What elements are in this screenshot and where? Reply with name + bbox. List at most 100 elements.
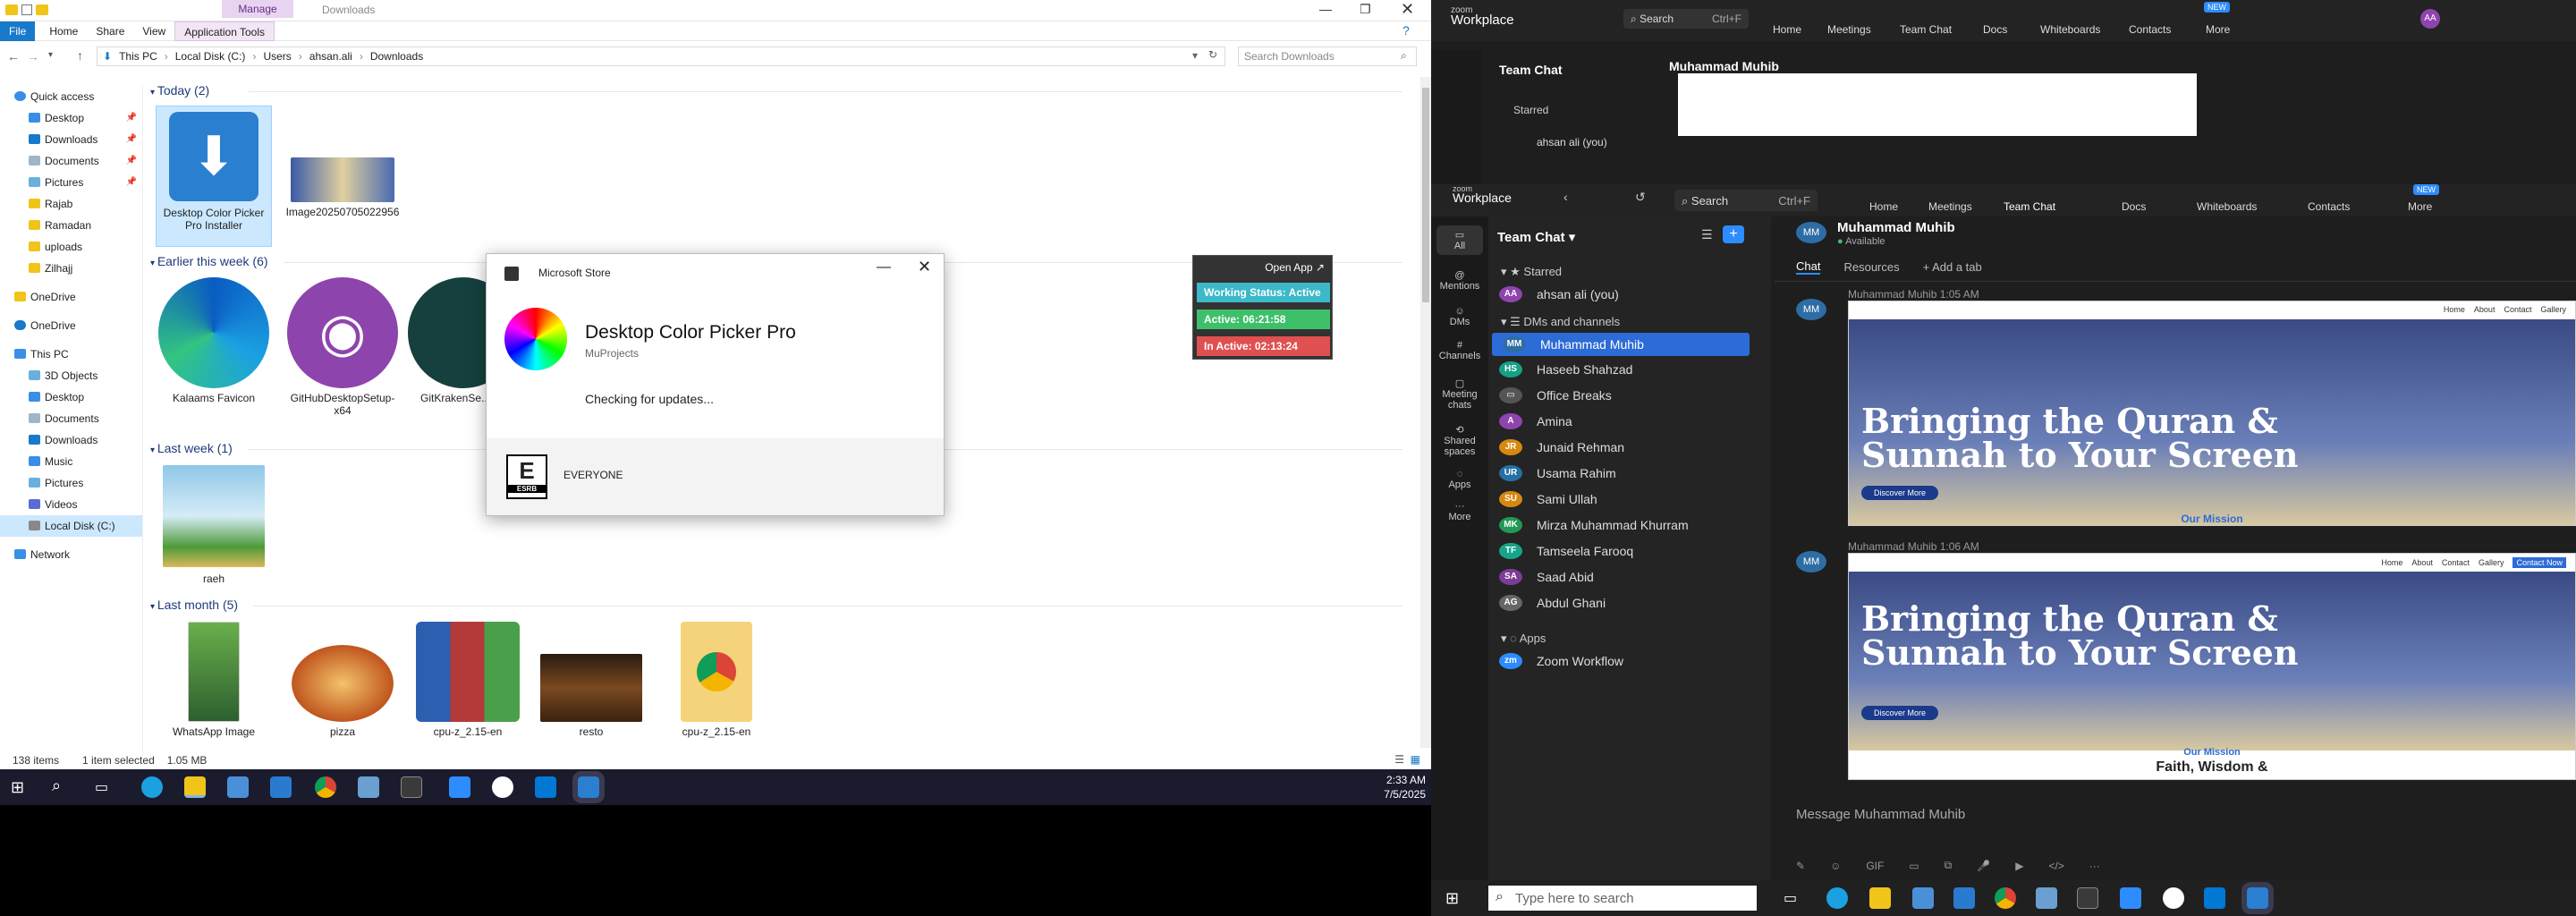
file-item[interactable]: raeh [156,465,272,590]
video-icon[interactable]: ▶ [2015,860,2023,872]
file-item[interactable]: Kalaams Favicon [156,277,272,404]
zoom-workflow-item[interactable]: zm Zoom Workflow [1488,649,1771,673]
system-clock[interactable]: 2:33 AM 7/5/2025 [1377,773,1426,802]
filter-icon[interactable]: ☰ [1701,227,1713,242]
windows-start-icon[interactable]: ⊞ [1445,889,1459,908]
file-item[interactable]: cpu-z_2.15-en [658,622,775,740]
group-header-last-month[interactable]: ▾ Last month (5) [150,598,238,612]
file-item[interactable]: ⬇ Desktop Color Picker Pro Installer [156,106,272,247]
task-view-icon[interactable]: ▭ [95,778,108,796]
store-taskbar-icon[interactable] [227,776,249,798]
open-app-link[interactable]: Open App ↗ [1265,261,1325,274]
chat-item[interactable]: UR Usama Rahim [1488,462,1771,485]
terminal-taskbar-icon[interactable] [2077,887,2098,909]
nav-more[interactable]: More [2408,200,2432,213]
chat-item[interactable]: AG Abdul Ghani [1488,591,1771,615]
chat-item[interactable]: SA Saad Abid [1488,565,1771,589]
group-header-today[interactable]: ▾ Today (2) [150,83,209,98]
nav-folder-ramadan[interactable]: Ramadan [0,215,142,236]
nav-meetings[interactable]: Meetings [1928,200,1972,213]
app-taskbar-icon[interactable] [358,776,379,798]
starred-section[interactable]: ▾ ★ Starred [1501,265,1562,279]
mail-taskbar-icon[interactable] [1953,887,1975,909]
maximize-icon[interactable]: ❐ [1360,2,1371,17]
breadcrumb-item[interactable]: Users [263,50,291,63]
app-taskbar-icon[interactable] [2036,887,2057,909]
close-icon[interactable]: ✕ [1401,0,1414,19]
obs-taskbar-icon[interactable] [492,776,513,798]
avatar[interactable]: AA [2420,9,2440,29]
file-item[interactable]: cpu-z_2.15-en [410,622,526,740]
file-item[interactable]: pizza [284,622,401,740]
vscode-taskbar-icon[interactable] [2204,887,2225,909]
help-icon[interactable]: ? [1402,23,1410,38]
store-taskbar-icon[interactable] [1912,887,1934,909]
up-arrow-icon[interactable]: ↑ [77,48,83,63]
taskbar-search-input[interactable]: Type here to search [1488,886,1757,911]
file-item[interactable]: WhatsApp Image [156,622,272,740]
image-message[interactable]: Home About Contact Gallery Contact Now Bring… [1848,553,2576,780]
nav-docs[interactable]: Docs [1983,23,2007,36]
nav-desktop[interactable]: Desktop 📌 [0,107,142,129]
nav-folder-rajab[interactable]: Rajab [0,193,142,215]
tab-resources[interactable]: Resources [1843,260,1899,274]
nav-local-disk[interactable]: Local Disk (C:) [0,515,142,537]
chat-item[interactable]: AA ahsan ali (you) [1488,283,1771,306]
recent-chevron-icon[interactable]: ▾ [48,50,53,60]
screenshot-icon[interactable]: ⧉ [1945,859,1953,872]
file-item[interactable]: ◉ GitHubDesktopSetup-x64 [284,277,401,417]
team-chat-title[interactable]: Team Chat ▾ [1497,229,1575,245]
search-input[interactable]: ⌕ Search Ctrl+F [1623,9,1749,29]
nav-documents[interactable]: Documents 📌 [0,150,142,172]
rail-all[interactable]: ▭ All [1436,225,1483,255]
vscode-taskbar-icon[interactable] [535,776,556,798]
file-icon[interactable]: ▭ [1909,860,1919,872]
tab-home[interactable]: Home [40,21,87,41]
chat-item[interactable]: ▭ Office Breaks [1488,384,1771,407]
rail-mentions[interactable]: @ Mentions [1436,270,1483,292]
file-explorer-taskbar-icon[interactable] [1869,887,1891,909]
more-icon[interactable]: ··· [2089,860,2100,872]
tab-add[interactable]: + Add a tab [1923,260,1982,274]
nav-contacts[interactable]: Contacts [2129,23,2171,36]
nav-videos[interactable]: Videos [0,494,142,515]
nav-team-chat[interactable]: Team Chat [1900,23,1952,36]
chevron-down-icon[interactable]: ▾ [1192,49,1198,62]
new-folder-icon[interactable] [36,4,48,15]
close-icon[interactable]: ✕ [918,258,931,276]
nav-network[interactable]: Network [0,544,142,565]
edge-taskbar-icon[interactable] [1826,887,1848,909]
file-item[interactable]: GitKrakenSe... [408,277,488,403]
dms-channels-section[interactable]: ▾ ☰ DMs and channels [1501,315,1620,329]
nav-whiteboards[interactable]: Whiteboards [2197,200,2257,213]
breadcrumb[interactable]: ⬇ This PC › Local Disk (C:) › Users › ahsan… [97,47,1225,66]
chat-item[interactable]: TF Tamseela Farooq [1488,539,1771,563]
tab-application-tools[interactable]: Application Tools [174,21,275,41]
windows-start-icon[interactable]: ⊞ [11,778,24,797]
nav-folder-uploads[interactable]: uploads [0,236,142,258]
search-input[interactable]: ⌕ Search Ctrl+F [1674,190,1818,211]
tab-view[interactable]: View [133,21,174,41]
tab-file[interactable]: File [0,21,36,41]
nav-pc-documents[interactable]: Documents [0,408,142,429]
nav-meetings[interactable]: Meetings [1827,23,1871,36]
format-icon[interactable]: ✎ [1796,860,1805,872]
breadcrumb-item[interactable]: ahsan.ali [309,50,352,63]
chat-item-selected[interactable]: MM Muhammad Muhib [1492,333,1750,356]
mail-taskbar-icon[interactable] [270,776,292,798]
minimize-icon[interactable]: — [877,259,891,276]
nav-downloads[interactable]: Downloads 📌 [0,129,142,150]
rail-apps[interactable]: ◌ Apps [1436,469,1483,490]
nav-music[interactable]: Music [0,451,142,472]
chrome-taskbar-icon[interactable] [315,776,336,798]
nav-home[interactable]: Home [1869,200,1898,213]
obs-taskbar-icon[interactable] [2163,887,2184,909]
rail-channels[interactable]: # Channels [1436,340,1483,361]
nav-onedrive[interactable]: OneDrive [0,286,142,308]
chat-item[interactable]: SU Sami Ullah [1488,488,1771,511]
rail-dms[interactable]: ☺ DMs [1436,306,1483,327]
forward-arrow-icon[interactable]: → [27,49,39,64]
back-arrow-icon[interactable]: ← [7,49,20,64]
rail-meeting-chats[interactable]: ▢ Meeting chats [1436,377,1483,411]
rail-more[interactable]: ··· More [1436,501,1483,522]
